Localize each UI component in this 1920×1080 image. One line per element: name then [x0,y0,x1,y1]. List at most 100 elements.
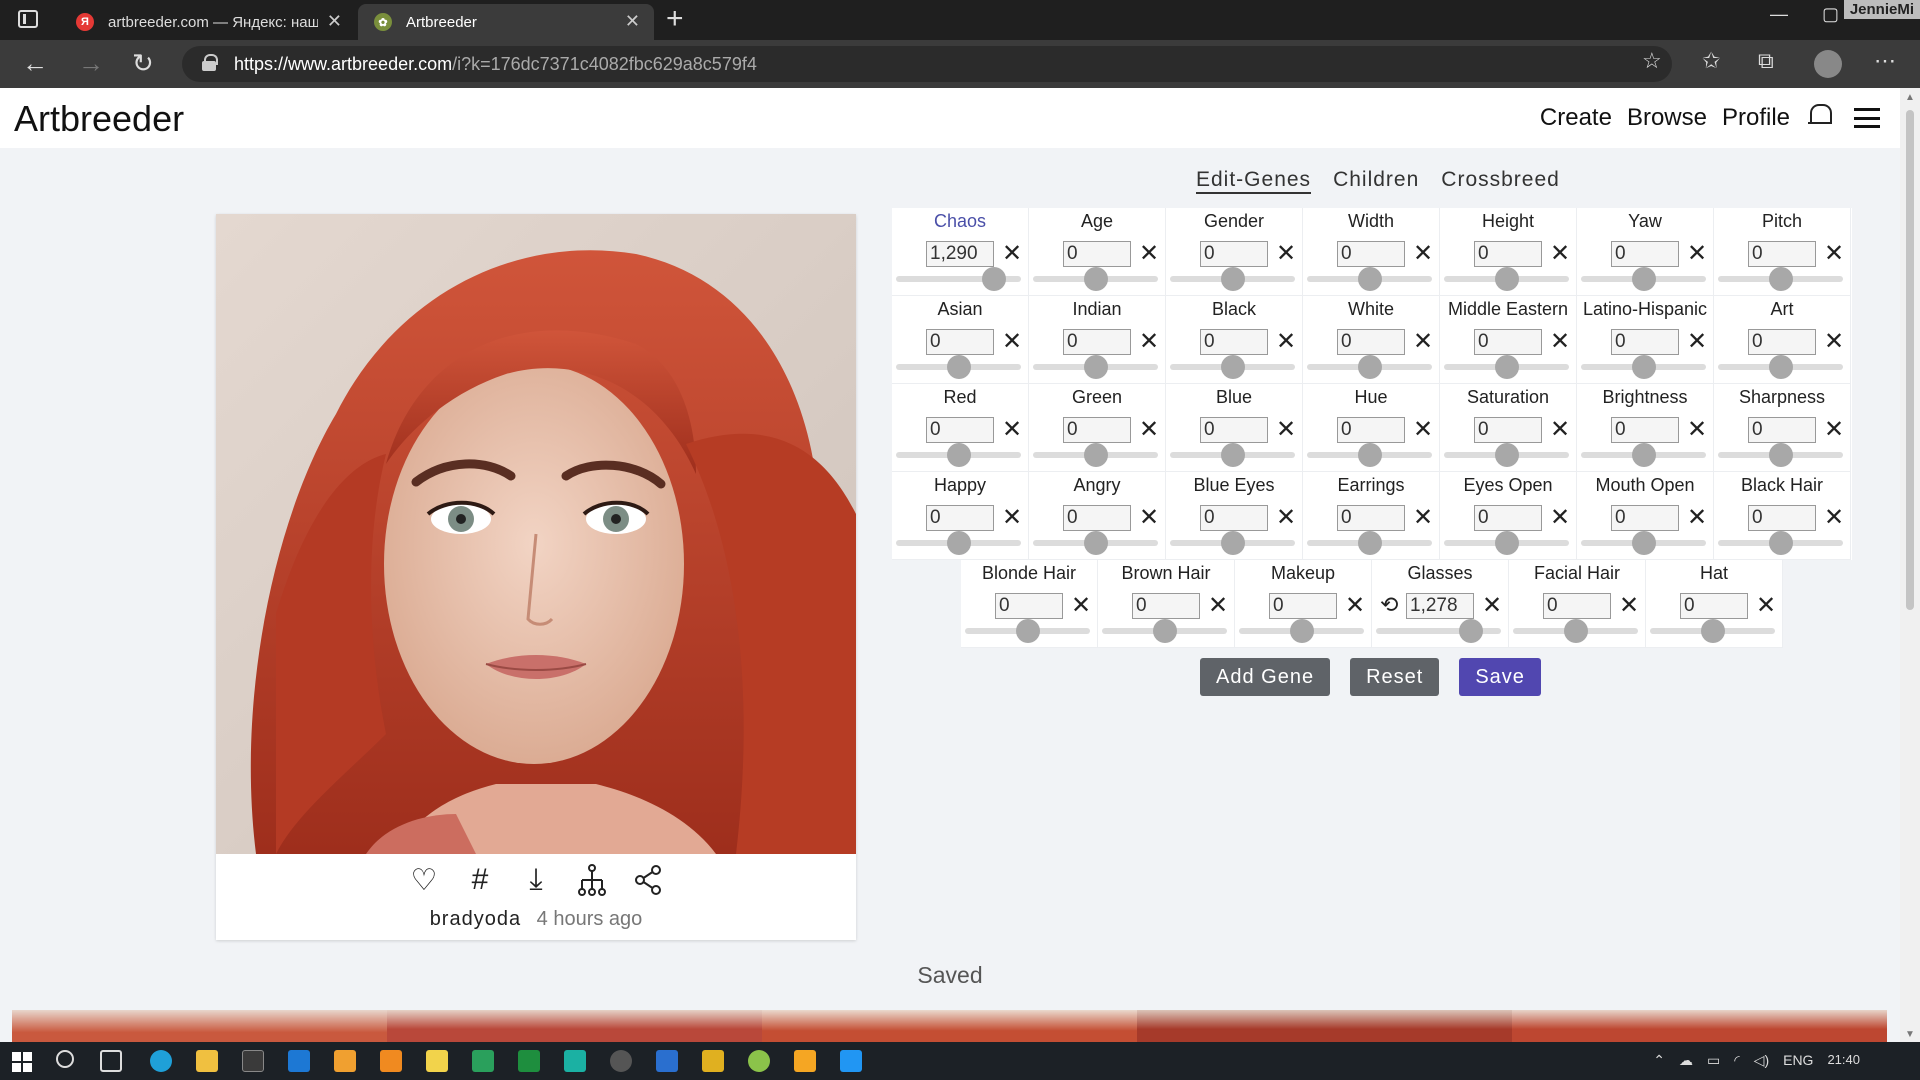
app-icon-p2[interactable] [380,1050,402,1072]
minimize-icon[interactable]: — [1770,4,1788,25]
gene-slider-thumb[interactable] [1768,355,1793,379]
save-button[interactable]: Save [1459,658,1541,696]
gene-value-input[interactable] [1611,329,1679,355]
gene-value-input[interactable] [1132,593,1200,619]
gene-slider-thumb[interactable] [1357,443,1382,467]
gene-slider-thumb[interactable] [1220,443,1245,467]
scroll-up-icon[interactable]: ▲ [1905,92,1915,103]
gene-value-input[interactable] [1748,505,1816,531]
search-icon[interactable] [56,1050,74,1068]
remove-gene-icon[interactable]: ✕ [1139,503,1159,532]
gene-slider-thumb[interactable] [946,531,971,555]
remove-gene-icon[interactable]: ✕ [1002,503,1022,532]
remove-gene-icon[interactable]: ✕ [1550,327,1570,356]
app-icon-orange[interactable] [794,1050,816,1072]
remove-gene-icon[interactable]: ✕ [1824,415,1844,444]
remove-gene-icon[interactable]: ✕ [1002,327,1022,356]
maximize-icon[interactable]: ▢ [1822,4,1839,25]
app-icon-dark-green[interactable] [518,1050,540,1072]
hashtag-icon[interactable]: # [462,862,498,898]
nav-profile[interactable]: Profile [1722,104,1790,132]
url-field[interactable]: https://www.artbreeder.com/i?k=176dc7371… [182,46,1672,82]
remove-gene-icon[interactable]: ✕ [1824,503,1844,532]
gene-slider-thumb[interactable] [1015,619,1040,643]
language-indicator[interactable]: ENG [1783,1052,1813,1069]
clock[interactable]: 21:40 [1827,1052,1860,1069]
remove-gene-icon[interactable]: ✕ [1482,591,1502,620]
gene-slider-thumb[interactable] [1083,531,1108,555]
gene-slider-thumb[interactable] [1357,531,1382,555]
gene-value-input[interactable] [1474,417,1542,443]
remove-gene-icon[interactable]: ✕ [1139,415,1159,444]
gene-slider-thumb[interactable] [1631,531,1656,555]
notes-icon[interactable] [426,1050,448,1072]
scrollbar-thumb[interactable] [1906,110,1914,610]
cloud-icon[interactable]: ☁ [1679,1052,1693,1069]
gene-value-input[interactable] [1474,241,1542,267]
gene-slider-thumb[interactable] [1768,531,1793,555]
gene-value-input[interactable] [1611,417,1679,443]
gene-value-input[interactable] [1269,593,1337,619]
scroll-down-icon[interactable]: ▼ [1905,1029,1915,1040]
gene-slider-thumb[interactable] [1494,531,1519,555]
gene-slider-thumb[interactable] [1083,267,1108,291]
app-icon-blue[interactable] [840,1050,862,1072]
gene-slider-thumb[interactable] [1459,619,1483,643]
page-scrollbar[interactable]: ▲ ▼ [1900,88,1920,1042]
tab-edit-genes[interactable]: Edit-Genes [1196,168,1312,194]
remove-gene-icon[interactable]: ✕ [1002,415,1022,444]
saved-thumbnail[interactable] [387,1010,762,1042]
nav-browse[interactable]: Browse [1627,104,1707,132]
gene-value-input[interactable] [926,241,994,267]
gene-slider-thumb[interactable] [1220,267,1245,291]
gene-value-input[interactable] [1337,241,1405,267]
gene-value-input[interactable] [1474,329,1542,355]
browser-tab-artbreeder[interactable]: ✿ Artbreeder ✕ [358,4,654,40]
close-tab-icon[interactable]: ✕ [327,11,342,32]
task-view-icon[interactable] [100,1050,122,1072]
saved-thumbnail[interactable] [1512,1010,1887,1042]
remove-gene-icon[interactable]: ✕ [1824,239,1844,268]
app-icon-circle[interactable] [610,1050,632,1072]
gene-slider-thumb[interactable] [1563,619,1588,643]
gene-value-input[interactable] [1748,241,1816,267]
remove-gene-icon[interactable]: ✕ [1550,239,1570,268]
forward-icon[interactable]: → [78,48,104,79]
remove-gene-icon[interactable]: ✕ [1413,503,1433,532]
gene-slider-thumb[interactable] [1768,443,1793,467]
remove-gene-icon[interactable]: ✕ [1619,591,1639,620]
gene-value-input[interactable] [1680,593,1748,619]
gene-slider-thumb[interactable] [1494,267,1519,291]
app-icon-p[interactable] [334,1050,356,1072]
volume-icon[interactable]: ◁) [1754,1052,1769,1069]
gene-value-input[interactable] [1611,241,1679,267]
gene-slider-thumb[interactable] [1083,443,1108,467]
gene-slider-thumb[interactable] [1631,267,1656,291]
gene-slider-thumb[interactable] [946,443,971,467]
gene-value-input[interactable] [1337,329,1405,355]
heart-icon[interactable]: ♡ [406,862,442,898]
gene-value-input[interactable] [1474,505,1542,531]
gene-slider-thumb[interactable] [1494,355,1519,379]
gene-label[interactable]: Chaos [892,211,1028,232]
gene-value-input[interactable] [1337,417,1405,443]
remove-gene-icon[interactable]: ✕ [1139,327,1159,356]
gene-slider-thumb[interactable] [1700,619,1725,643]
remove-gene-icon[interactable]: ✕ [1687,503,1707,532]
remove-gene-icon[interactable]: ✕ [1276,415,1296,444]
calculator-icon[interactable] [656,1050,678,1072]
remove-gene-icon[interactable]: ✕ [1687,415,1707,444]
site-logo[interactable]: Artbreeder [14,98,184,140]
remove-gene-icon[interactable]: ✕ [1550,503,1570,532]
gene-slider-thumb[interactable] [1357,267,1382,291]
portrait-image[interactable] [216,214,856,854]
gene-slider-thumb[interactable] [946,355,971,379]
profile-avatar-icon[interactable] [1814,50,1842,78]
gene-slider-thumb[interactable] [981,267,1006,291]
gene-value-input[interactable] [1611,505,1679,531]
gene-slider-thumb[interactable] [1494,443,1519,467]
tab-crossbreed[interactable]: Crossbreed [1441,168,1560,194]
saved-thumbnail[interactable] [1137,1010,1512,1042]
remove-gene-icon[interactable]: ✕ [1824,327,1844,356]
app-icon-teal[interactable] [564,1050,586,1072]
